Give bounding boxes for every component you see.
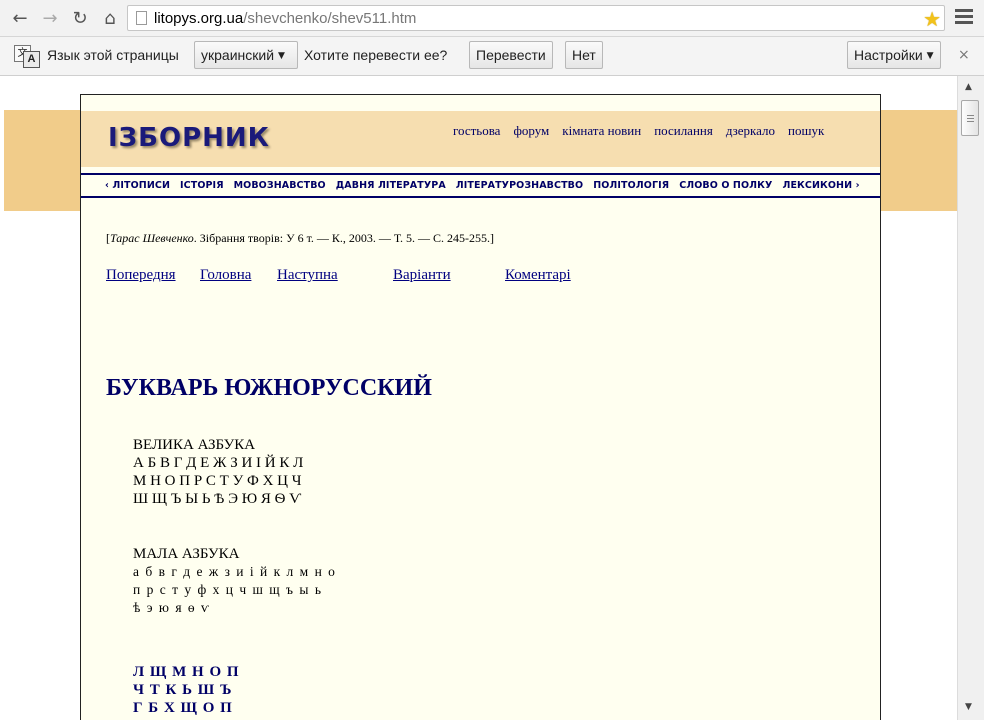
bold-line: Ч Т К Ь Ш Ъ (133, 682, 233, 698)
category-lexicons[interactable]: ЛЕКСИКОНИ › (782, 180, 859, 191)
variants-link[interactable]: Варіанти (393, 267, 451, 284)
next-link[interactable]: Наступна (277, 267, 338, 284)
top-link-mirror[interactable]: дзеркало (726, 123, 775, 138)
category-politology[interactable]: ПОЛІТОЛОГІЯ (593, 180, 669, 191)
lowercase-line: п р с т у ф х ц ч ш щ ъ ы ь (133, 582, 323, 597)
lowercase-heading: МАЛА АЗБУКА (133, 546, 240, 562)
lowercase-alphabet: МАЛА АЗБУКА а б в г д е ж з и і й к л м … (133, 545, 336, 617)
forward-icon[interactable]: → (38, 6, 62, 30)
prev-link[interactable]: Попередня (106, 267, 176, 284)
chevron-down-icon: ▼ (926, 51, 934, 62)
top-link-forum[interactable]: форум (513, 123, 549, 138)
url-host: litopys.org.ua (154, 10, 244, 27)
scroll-down-icon[interactable]: ▼ (965, 702, 972, 712)
page-viewport: ІЗБОРНИК гостьова форум кімната новин посил… (4, 76, 957, 720)
bookmark-star-icon[interactable]: ★ (923, 7, 941, 31)
citation-author: Тарас Шевченко (110, 231, 194, 245)
close-icon[interactable]: × (958, 47, 970, 63)
uppercase-line: Ш Щ Ъ Ы Ь Ѣ Э Ю Я Ѳ Ѵ (133, 491, 302, 507)
menu-icon[interactable] (955, 9, 973, 27)
reload-icon[interactable]: ↻ (68, 6, 92, 30)
back-icon[interactable]: ← (8, 6, 32, 30)
page-content: [Тарас Шевченко. Зібрання творів: У 6 т.… (106, 231, 846, 716)
category-old-literature[interactable]: ДАВНЯ ЛІТЕРАТУРА (336, 180, 446, 191)
translate-question: Хотите перевести ее? (304, 47, 448, 63)
site-header: ІЗБОРНИК гостьова форум кімната новин посил… (81, 111, 880, 167)
url-path: /shevchenko/shev511.htm (243, 10, 417, 27)
bold-line: Л Щ М Н О П (133, 664, 240, 680)
language-select-value: украинский (201, 47, 275, 63)
category-nav: ‹ ЛІТОПИСИ ІСТОРІЯ МОВОЗНАВСТВО ДАВНЯ ЛІТЕР… (81, 173, 880, 198)
comments-link[interactable]: Коментарі (505, 267, 571, 284)
uppercase-line: А Б В Г Д Е Ж З И І Й К Л (133, 455, 304, 471)
top-link-news[interactable]: кімната новин (562, 123, 641, 138)
no-button[interactable]: Нет (565, 41, 603, 69)
uppercase-line: М Н О П Р С Т У Ф Х Ц Ч (133, 473, 302, 489)
page-title: БУКВАРЬ ЮЖНОРУССКИЙ (106, 375, 432, 401)
bold-letters-block: Л Щ М Н О П Ч Т К Ь Ш Ъ Г Б Х Щ О П (133, 663, 240, 717)
page-icon (136, 11, 147, 25)
category-chronicles[interactable]: ‹ ЛІТОПИСИ (105, 180, 170, 191)
uppercase-heading: ВЕЛИКА АЗБУКА (133, 437, 256, 453)
top-link-search[interactable]: пошук (788, 123, 824, 138)
top-link-links[interactable]: посилання (654, 123, 713, 138)
top-link-guestbook[interactable]: гостьова (453, 123, 500, 138)
url-text[interactable]: litopys.org.ua/shevchenko/shev511.htm (154, 10, 416, 27)
site-logo[interactable]: ІЗБОРНИК (108, 123, 270, 153)
lowercase-line: ѣ э ю я ѳ ѵ (133, 600, 211, 615)
address-bar[interactable]: litopys.org.ua/shevchenko/shev511.htm ★ (127, 5, 945, 31)
settings-button-label: Настройки (854, 47, 923, 63)
scroll-up-icon[interactable]: ▲ (965, 82, 972, 92)
home-icon[interactable]: ⌂ (98, 6, 122, 30)
translate-infobar: 文A Язык этой страницы украинский▼ Хотите… (0, 37, 984, 76)
top-links: гостьова форум кімната новин посилання дзерк… (453, 123, 837, 139)
category-literary-studies[interactable]: ЛІТЕРАТУРОЗНАВСТВО (456, 180, 583, 191)
translate-icon: 文A (14, 45, 40, 68)
scrollbar-thumb[interactable] (961, 100, 979, 136)
bold-line: Г Б Х Щ О П (133, 700, 233, 716)
category-history[interactable]: ІСТОРІЯ (180, 180, 224, 191)
citation: [Тарас Шевченко. Зібрання творів: У 6 т.… (106, 231, 846, 246)
translate-button[interactable]: Перевести (469, 41, 553, 69)
category-linguistics[interactable]: МОВОЗНАВСТВО (234, 180, 326, 191)
page-frame: ІЗБОРНИК гостьова форум кімната новин посил… (80, 94, 881, 720)
main-link[interactable]: Головна (200, 267, 251, 284)
lowercase-line: а б в г д е ж з и і й к л м н о (133, 564, 337, 579)
category-slovo-o-polku[interactable]: СЛОВО О ПОЛКУ (679, 180, 772, 191)
browser-toolbar: ← → ↻ ⌂ litopys.org.ua/shevchenko/shev51… (0, 0, 984, 37)
language-select[interactable]: украинский ▼ (194, 41, 298, 69)
chevron-down-icon: ▼ (278, 51, 285, 62)
citation-source: . Зібрання творів: У 6 т. — К., 2003. — … (193, 231, 495, 245)
settings-button[interactable]: Настройки ▼ (847, 41, 941, 69)
vertical-scrollbar[interactable]: ▲ ▼ (957, 76, 984, 720)
page-language-label: Язык этой страницы (47, 47, 179, 63)
uppercase-alphabet: ВЕЛИКА АЗБУКА А Б В Г Д Е Ж З И І Й К Л … (133, 436, 303, 508)
